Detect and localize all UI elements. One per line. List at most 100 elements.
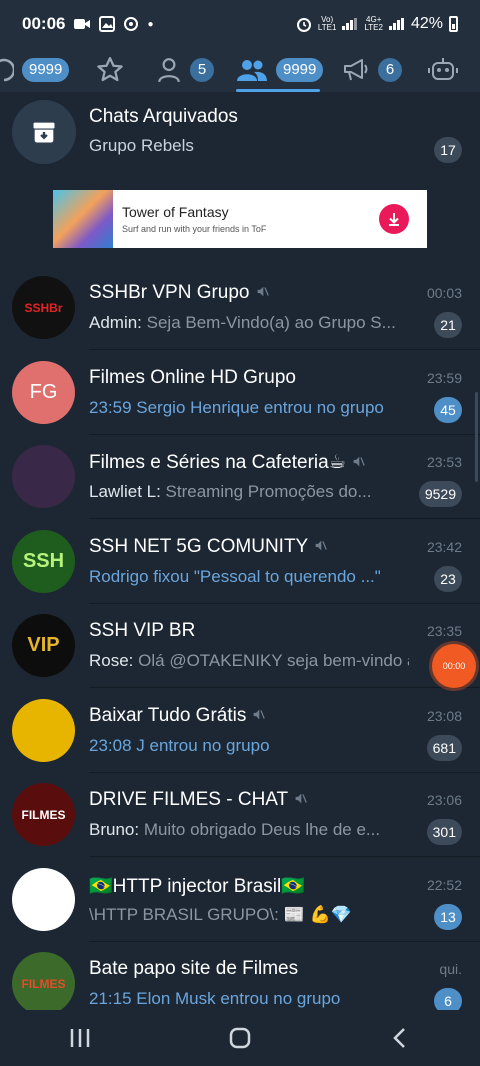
archived-title: Chats Arquivados — [89, 106, 238, 127]
chat-avatar — [12, 699, 75, 762]
tab-channels[interactable]: 6 — [342, 48, 402, 92]
status-bar: 00:06 ● Vo) LTE1 4G+ LTE2 42% — [0, 0, 480, 48]
tab-badge: 5 — [190, 58, 214, 82]
screen-recorder-button[interactable]: 00:00 — [432, 644, 476, 688]
system-navbar — [0, 1010, 480, 1066]
chat-name-text: DRIVE FILMES - CHAT — [89, 789, 289, 810]
download-icon — [389, 213, 399, 226]
scrollbar[interactable] — [475, 392, 478, 482]
recents-button[interactable] — [50, 1010, 110, 1066]
chat-preview: \HTTP BRASIL GRUPO\: 📰 💪💎 — [89, 905, 352, 925]
chat-preview: Bruno: Muito obrigado Deus lhe de e... — [89, 820, 380, 840]
unread-count: 21 — [434, 312, 462, 338]
chat-name-text: Bate papo site de Filmes — [89, 958, 299, 979]
archived-subtitle: Grupo Rebels — [89, 136, 194, 155]
unread-count: 301 — [426, 819, 462, 845]
chat-time: 22:52 — [426, 877, 462, 893]
divider — [89, 349, 480, 350]
star-icon — [97, 57, 123, 82]
tab-bots[interactable] — [428, 48, 458, 92]
chat-name: Filmes e Séries na Cafeteria☕ — [89, 451, 365, 474]
chat-row[interactable]: Baixar Tudo Grátis 23:08 23:08 J entrou no… — [0, 689, 480, 773]
back-button[interactable] — [370, 1010, 430, 1066]
chat-name-text: SSH NET 5G COMUNITY — [89, 536, 309, 557]
chat-name: Filmes Online HD Grupo — [89, 367, 296, 389]
tab-contacts[interactable]: 5 — [156, 48, 214, 92]
chat-avatar: FG — [12, 361, 75, 424]
unread-count: 9529 — [418, 481, 462, 507]
chat-row[interactable]: FG Filmes Online HD Grupo 23:59 23:59 Sergi… — [0, 351, 480, 435]
ad-download-button[interactable] — [379, 204, 409, 234]
archive-icon — [12, 100, 76, 164]
chat-avatar: VIP — [12, 614, 75, 677]
tab-badge: 9999 — [22, 58, 70, 82]
chat-message: 23:59 Sergio Henrique entrou no grupo — [89, 398, 384, 417]
chat-time: 23:06 — [426, 792, 462, 808]
chat-row[interactable]: Filmes e Séries na Cafeteria☕ 23:53 Lawlie… — [0, 435, 480, 519]
image-notification-icon — [99, 16, 116, 32]
tab-badge: 6 — [378, 58, 402, 82]
unread-count: 45 — [434, 397, 462, 423]
chat-preview: 23:08 J entrou no grupo — [89, 736, 270, 756]
tab-favorites[interactable] — [95, 48, 125, 92]
chat-time: 23:08 — [426, 708, 462, 724]
chat-time: 23:35 — [426, 623, 462, 639]
chat-message: Olá @OTAKENIKY seja bem-vindo a... — [138, 651, 409, 670]
home-button[interactable] — [210, 1010, 270, 1066]
chat-name-text: 🇧🇷HTTP injector Brasil🇧🇷 — [89, 876, 305, 897]
muted-icon — [352, 456, 365, 471]
alarm-icon — [296, 18, 311, 32]
chat-preview: Lawliet L: Streaming Promoções do... — [89, 482, 372, 502]
folder-tabs: 9999 5 9999 6 — [0, 48, 480, 92]
ad-title: Tower of Fantasy — [122, 204, 229, 220]
chat-message: Rodrigo fixou "Pessoal to querendo ..." — [89, 567, 381, 586]
video-call-icon — [74, 19, 91, 29]
chat-row[interactable]: VIP SSH VIP BR 23:35 Rose: Olá @OTAKENIKY s… — [0, 604, 480, 688]
chat-preview: Admin: Seja Bem-Vindo(a) ao Grupo S... — [89, 313, 396, 333]
chat-name: DRIVE FILMES - CHAT — [89, 789, 307, 811]
chat-name: SSH NET 5G COMUNITY — [89, 536, 328, 558]
back-icon — [393, 1028, 405, 1048]
location-icon — [124, 17, 139, 31]
chat-name: SSH VIP BR — [89, 620, 195, 642]
chat-avatar: SSH — [12, 530, 75, 593]
chat-message: 21:15 Elon Musk entrou no grupo — [89, 989, 341, 1008]
chat-time: qui. — [439, 961, 462, 977]
chat-time: 23:42 — [426, 539, 462, 555]
ad-banner[interactable]: Tower of Fantasy Surf and run with your … — [53, 190, 427, 248]
chat-preview: Rodrigo fixou "Pessoal to querendo ..." — [89, 567, 381, 587]
archived-chats-row[interactable]: Chats Arquivados Grupo Rebels 17 — [0, 92, 480, 182]
battery-icon — [449, 16, 458, 32]
chat-message: \HTTP BRASIL GRUPO\: 📰 💪💎 — [89, 905, 352, 924]
signal-icon-2 — [388, 18, 405, 30]
unread-count: 13 — [434, 904, 462, 930]
chat-message: Streaming Promoções do... — [165, 482, 372, 501]
chat-name: Baixar Tudo Grátis — [89, 705, 266, 727]
tab-all-chats[interactable]: 9999 — [0, 48, 70, 92]
unread-count: 6 — [434, 988, 462, 1010]
recorder-label: 00:00 — [442, 661, 466, 671]
home-icon — [229, 1027, 251, 1049]
chat-row[interactable]: FILMES DRIVE FILMES - CHAT 23:06 Bruno: Mui… — [0, 773, 480, 857]
chat-name: 🇧🇷HTTP injector Brasil🇧🇷 — [89, 874, 305, 898]
sim1-label: Vo) LTE1 — [317, 15, 337, 32]
chat-avatar: FILMES — [12, 783, 75, 846]
chat-avatar: SSHBr — [12, 276, 75, 339]
chat-row[interactable]: SSHBr SSHBr VPN Grupo 00:03 Admin: Seja Bem… — [0, 266, 480, 350]
divider — [89, 518, 480, 519]
ad-thumbnail — [53, 190, 113, 248]
recents-icon — [70, 1029, 90, 1047]
chat-preview: 23:59 Sergio Henrique entrou no grupo — [89, 398, 384, 418]
chat-avatar — [12, 445, 75, 508]
divider — [89, 687, 480, 688]
muted-icon — [294, 793, 307, 808]
chat-row[interactable]: FILMES Bate papo site de Filmes qui. 21:15 … — [0, 942, 480, 1010]
person-icon — [158, 58, 180, 83]
chat-row[interactable]: SSH SSH NET 5G COMUNITY 23:42 Rodrigo fixou… — [0, 520, 480, 604]
chat-time: 00:03 — [426, 285, 462, 301]
tab-badge: 9999 — [276, 58, 324, 82]
chat-row[interactable]: 🇧🇷HTTP injector Brasil🇧🇷 22:52 \HTTP BRASI… — [0, 858, 480, 942]
chat-avatar — [12, 868, 75, 931]
tab-groups[interactable]: 9999 — [236, 48, 324, 92]
chat-list[interactable]: Chats Arquivados Grupo Rebels 17 Tower o… — [0, 92, 480, 1010]
